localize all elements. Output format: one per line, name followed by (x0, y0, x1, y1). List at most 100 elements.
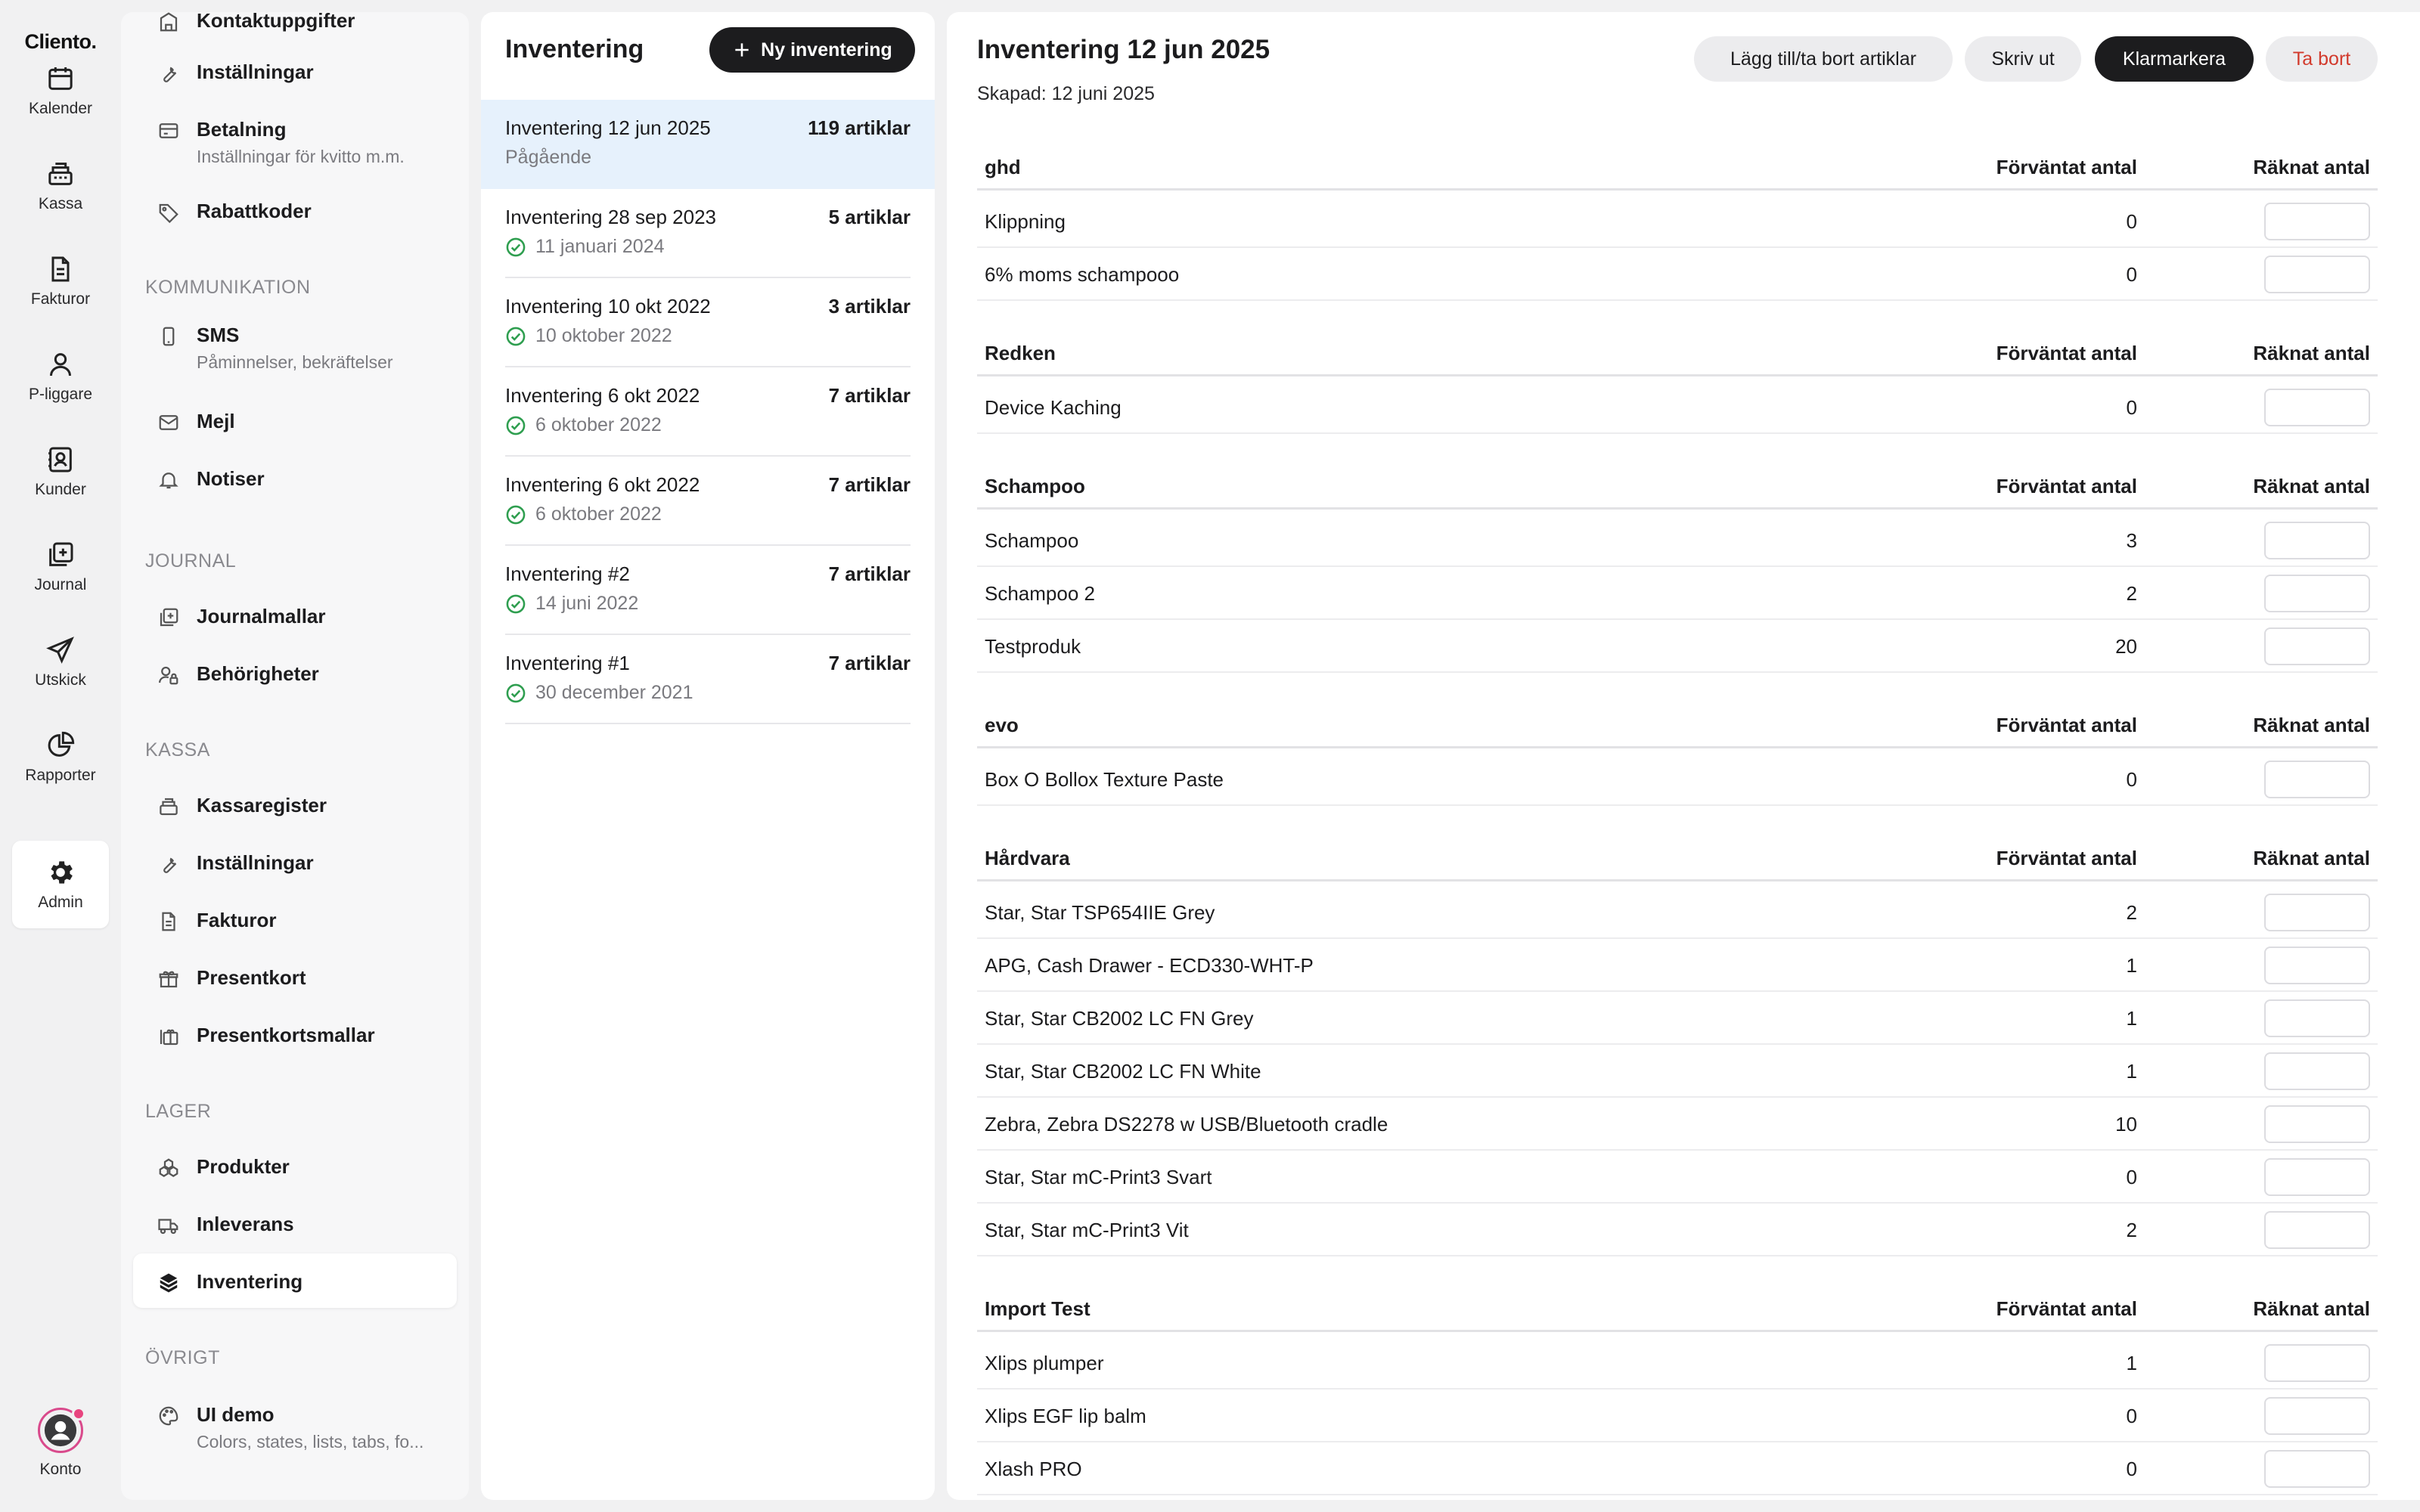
counted-input[interactable] (2264, 1344, 2370, 1382)
group-header: evo Förväntat antal Räknat antal (977, 703, 2378, 748)
mail-icon (159, 415, 178, 430)
settings-item-kassaregister[interactable]: Kassaregister (133, 777, 457, 832)
check-circle-icon (506, 505, 526, 524)
rail-item-kassa[interactable]: Kassa (12, 142, 109, 230)
delete-button[interactable]: Ta bort (2266, 36, 2378, 82)
gear-icon (51, 861, 73, 884)
group-header: Import Test Förväntat antal Räknat antal (977, 1287, 2378, 1332)
item-name: Klippning (985, 210, 1066, 233)
settings-item-behorigheter[interactable]: Behörigheter (133, 646, 457, 700)
counted-input[interactable] (2264, 894, 2370, 931)
settings-item-notiser[interactable]: Notiser (133, 451, 457, 505)
rail-item-fakturor[interactable]: Fakturor (12, 237, 109, 325)
bell-icon (159, 472, 178, 489)
column-counted: Räknat antal (2253, 1297, 2370, 1320)
check-circle-icon (506, 594, 526, 613)
settings-item-mejl[interactable]: Mejl (133, 393, 457, 448)
settings-item-presentkort[interactable]: Presentkort (133, 950, 457, 1004)
mark-done-button[interactable]: Klarmarkera (2095, 36, 2254, 82)
gift-template-icon (160, 1029, 178, 1046)
counted-input[interactable] (2264, 389, 2370, 426)
settings-item-produkter[interactable]: Produkter (133, 1139, 457, 1193)
print-button[interactable]: Skriv ut (1965, 36, 2081, 82)
item-name: Star, Star CB2002 LC FN White (985, 1060, 1261, 1083)
group-header: ghd Förväntat antal Räknat antal (977, 145, 2378, 191)
check-circle-icon (506, 683, 526, 702)
status-text: 6 oktober 2022 (535, 414, 662, 435)
counted-input[interactable] (2264, 203, 2370, 240)
contacts-icon (48, 447, 72, 472)
settings-item-rabattkoder[interactable]: Rabattkoder (133, 183, 457, 237)
settings-item-fakturor[interactable]: Fakturor (133, 892, 457, 947)
counted-input[interactable] (2264, 761, 2370, 798)
group-header: Hårdvara Förväntat antal Räknat antal (977, 836, 2378, 881)
inventory-row[interactable]: Inventering #2 7 artiklar 14 juni 2022 (481, 546, 935, 635)
building-icon (160, 12, 178, 32)
check-circle-icon (506, 416, 526, 435)
rail-item-utskick[interactable]: Utskick (12, 618, 109, 706)
counted-input[interactable] (2264, 627, 2370, 665)
item-name: Star, Star CB2002 LC FN Grey (985, 1007, 1254, 1030)
counted-input[interactable] (2264, 999, 2370, 1037)
expected-count: 3 (2126, 529, 2137, 552)
counted-input[interactable] (2264, 1052, 2370, 1090)
column-counted: Räknat antal (2253, 156, 2370, 178)
counted-input[interactable] (2264, 522, 2370, 559)
inventory-row[interactable]: Inventering 10 okt 2022 3 artiklar 10 ok… (481, 278, 935, 367)
column-expected: Förväntat antal (1996, 475, 2137, 497)
settings-item-betalning[interactable]: Betalning Inställningar för kvitto m.m. (133, 101, 457, 169)
rail-label: P-liggare (28, 386, 93, 403)
inventory-item-row: Xlash PRO 0 (977, 1442, 2378, 1495)
counted-input[interactable] (2264, 1158, 2370, 1196)
counted-input[interactable] (2264, 1450, 2370, 1488)
inventory-row[interactable]: Inventering #1 7 artiklar 30 december 20… (481, 635, 935, 724)
expected-count: 20 (2115, 635, 2137, 658)
settings-item-presentkortsmallar[interactable]: Presentkortsmallar (133, 1007, 457, 1061)
group-name: Redken (985, 342, 1056, 364)
inventory-item-row: Testproduk 20 (977, 620, 2378, 673)
document-icon (162, 912, 175, 931)
credit-card-icon (159, 123, 178, 138)
rail-item-kalender[interactable]: Kalender (12, 47, 109, 135)
account-button[interactable]: Konto (12, 1407, 109, 1483)
settings-item-installningar[interactable]: Inställningar (133, 44, 457, 98)
rail-item-kunder[interactable]: Kunder (12, 428, 109, 516)
inventory-detail-panel: Inventering 12 jun 2025 Skapad: 12 juni … (947, 12, 2420, 1500)
inventory-row[interactable]: Inventering 28 sep 2023 5 artiklar 11 ja… (481, 189, 935, 278)
settings-item-inleverans[interactable]: Inleverans (133, 1196, 457, 1250)
expected-count: 10 (2115, 1113, 2137, 1136)
settings-item-journalmallar[interactable]: Journalmallar (133, 588, 457, 643)
counted-input[interactable] (2264, 1211, 2370, 1249)
item-name: Xlips plumper (985, 1352, 1104, 1374)
counted-input[interactable] (2264, 256, 2370, 293)
inventory-row[interactable]: Inventering 6 okt 2022 7 artiklar 6 okto… (481, 457, 935, 546)
group-name: Import Test (985, 1297, 1091, 1320)
rail-item-journal[interactable]: Journal (12, 523, 109, 611)
settings-item-kontaktuppgifter[interactable]: Kontaktuppgifter (133, 12, 457, 47)
counted-input[interactable] (2264, 1105, 2370, 1143)
rail-item-rapporter[interactable]: Rapporter (12, 714, 109, 801)
account-label: Konto (39, 1461, 82, 1478)
inventory-row[interactable]: Inventering 12 jun 2025 119 artiklar Påg… (481, 100, 935, 189)
item-name: Zebra, Zebra DS2278 w USB/Bluetooth crad… (985, 1113, 1388, 1136)
new-inventory-button[interactable]: Ny inventering (709, 27, 915, 73)
counted-input[interactable] (2264, 1397, 2370, 1435)
status-text: 6 oktober 2022 (535, 503, 662, 525)
rail-item-admin[interactable]: Admin (12, 841, 109, 928)
inventory-item-row: Star, Star mC-Print3 Vit 2 (977, 1204, 2378, 1256)
list-title: Inventering (505, 35, 644, 64)
add-remove-articles-button[interactable]: Lägg till/ta bort artiklar (1694, 36, 1953, 82)
inventory-row[interactable]: Inventering 6 okt 2022 7 artiklar 6 okto… (481, 367, 935, 457)
wrench-icon (163, 857, 177, 873)
boxes-icon (159, 1158, 178, 1177)
counted-input[interactable] (2264, 947, 2370, 984)
inventory-list-panel: Inventering Ny inventering Inventering 1… (481, 12, 935, 1500)
item-name: Xlash PRO (985, 1458, 1082, 1480)
rail-item-p-liggare[interactable]: P-liggare (12, 333, 109, 420)
settings-item-sms[interactable]: SMS Påminnelser, bekräftelser (133, 307, 457, 375)
settings-item-kassa-installningar[interactable]: Inställningar (133, 835, 457, 889)
settings-item-inventering[interactable]: Inventering (133, 1253, 457, 1308)
counted-input[interactable] (2264, 575, 2370, 612)
settings-item-ui-demo[interactable]: UI demo Colors, states, lists, tabs, fo.… (133, 1387, 457, 1455)
user-lock-icon (159, 666, 178, 685)
